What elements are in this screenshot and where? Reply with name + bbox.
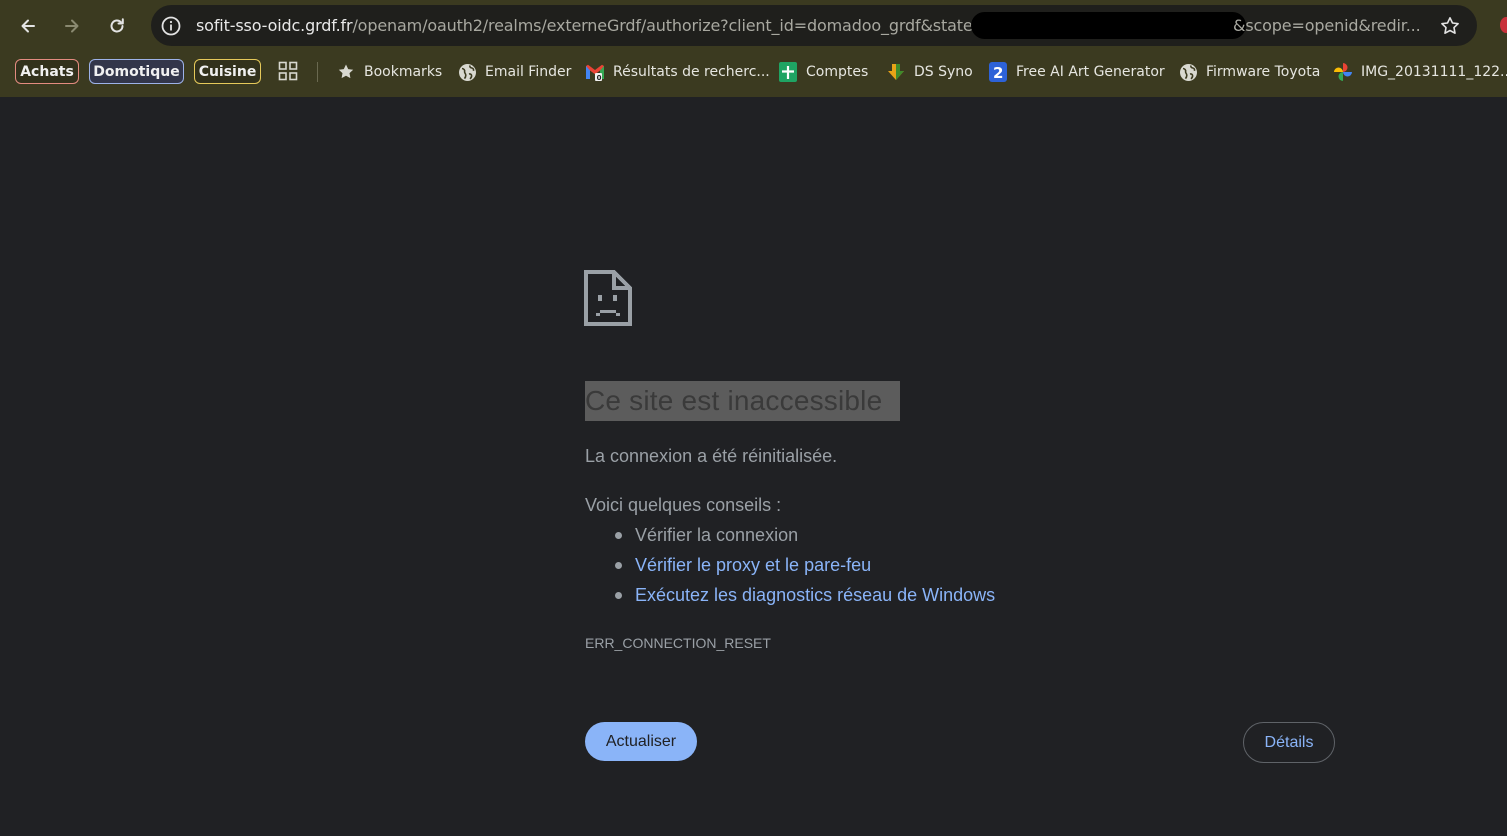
- reload-button[interactable]: [99, 8, 135, 44]
- bookmark-email-finder[interactable]: Email Finder: [457, 61, 571, 83]
- error-code: ERR_CONNECTION_RESET: [585, 635, 771, 651]
- download-icon: [886, 62, 906, 82]
- tip-item: Exécutez les diagnostics réseau de Windo…: [585, 582, 995, 612]
- bookmark-group-achats[interactable]: Achats: [15, 59, 79, 84]
- globe-icon: [1178, 62, 1198, 82]
- bookmark-label: Firmware Toyota: [1206, 64, 1321, 80]
- number-two-icon: 2: [988, 62, 1008, 82]
- bookmark-label: Email Finder: [485, 64, 572, 80]
- url-text[interactable]: sofit-sso-oidc.grdf.fr/openam/oauth2/rea…: [196, 16, 986, 36]
- bookmark-firmware-toyota[interactable]: Firmware Toyota: [1178, 61, 1320, 83]
- reload-icon: [110, 18, 124, 33]
- tip-run-diagnostics-link[interactable]: Exécutez les diagnostics réseau de Windo…: [635, 585, 995, 605]
- details-button[interactable]: Détails: [1243, 722, 1335, 763]
- globe-icon: [457, 62, 477, 82]
- bookmark-label: IMG_20131111_122...: [1361, 64, 1507, 80]
- redaction-mark: [971, 12, 1246, 39]
- bookmark-label: Comptes: [806, 64, 869, 80]
- gmail-icon: 0: [585, 62, 605, 82]
- tip-check-proxy-link[interactable]: Vérifier le proxy et le pare-feu: [635, 555, 871, 575]
- tip-item: Vérifier la connexion: [585, 522, 995, 552]
- arrow-right-icon: [65, 19, 79, 33]
- address-bar[interactable]: sofit-sso-oidc.grdf.fr/openam/oauth2/rea…: [151, 5, 1477, 46]
- sad-page-icon: [584, 270, 632, 326]
- bookmark-img[interactable]: IMG_20131111_122...: [1333, 61, 1507, 83]
- bookmarks-separator: [317, 62, 318, 82]
- star-icon[interactable]: [1439, 15, 1461, 37]
- bookmark-label: Bookmarks: [364, 64, 443, 80]
- bullet: [615, 592, 622, 599]
- tips-heading: Voici quelques conseils :: [585, 495, 782, 515]
- photos-icon: [1333, 62, 1353, 82]
- bookmark-free-ai-art[interactable]: 2 Free AI Art Generator: [988, 61, 1165, 83]
- url-tail: &scope=openid&redir...: [1233, 16, 1421, 35]
- url-path: /openam/oauth2/realms/externeGrdf/author…: [352, 16, 986, 35]
- tip-item: Vérifier le proxy et le pare-feu: [585, 552, 995, 582]
- page-title: Ce site est inaccessible: [585, 381, 900, 421]
- sheets-icon: [778, 62, 798, 82]
- bookmark-comptes[interactable]: Comptes: [778, 61, 868, 83]
- bookmark-ds-syno[interactable]: DS Syno: [886, 61, 973, 83]
- bookmark-resultats-recherche[interactable]: 0 Résultats de recherc...: [585, 61, 770, 83]
- bookmark-group-cuisine[interactable]: Cuisine: [194, 59, 261, 84]
- bookmark-bookmarks[interactable]: Bookmarks: [336, 61, 442, 83]
- browser-toolbar: sofit-sso-oidc.grdf.fr/openam/oauth2/rea…: [0, 0, 1507, 52]
- reload-page-button[interactable]: Actualiser: [585, 722, 697, 761]
- url-host: sofit-sso-oidc.grdf.fr: [196, 16, 353, 35]
- bookmarks-bar: Achats Domotique Cuisine Bookmarks Email…: [0, 52, 1507, 97]
- bullet: [615, 532, 622, 539]
- tips-list: Vérifier la connexion Vérifier le proxy …: [585, 522, 995, 612]
- bookmark-label: DS Syno: [914, 64, 973, 80]
- bookmark-label: Free AI Art Generator: [1016, 64, 1165, 80]
- apps-grid-icon[interactable]: [278, 61, 298, 81]
- bookmark-label: Résultats de recherc...: [613, 64, 770, 80]
- arrow-left-icon: [21, 19, 35, 33]
- extension-icon[interactable]: [1500, 17, 1507, 33]
- back-button[interactable]: [10, 8, 46, 44]
- error-description: La connexion a été réinitialisée.: [585, 446, 838, 466]
- bullet: [615, 562, 622, 569]
- bookmark-group-domotique[interactable]: Domotique: [89, 59, 184, 84]
- info-icon[interactable]: [160, 15, 182, 37]
- forward-button[interactable]: [54, 8, 90, 44]
- star-icon: [336, 62, 356, 82]
- svg-text:0: 0: [597, 74, 602, 81]
- svg-text:2: 2: [993, 64, 1003, 82]
- tip-check-connection: Vérifier la connexion: [635, 525, 799, 545]
